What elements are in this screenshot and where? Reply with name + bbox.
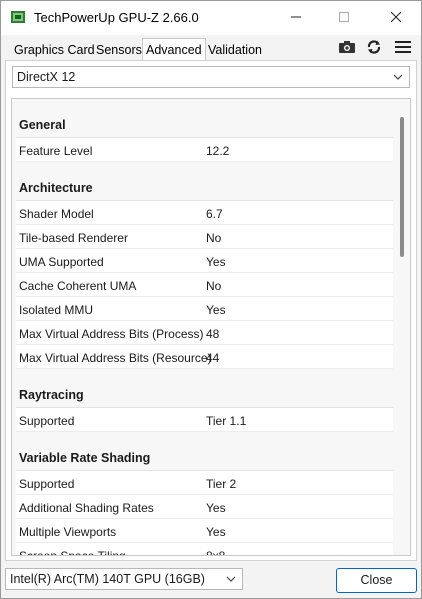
property-row: Multiple Viewports Yes: [16, 519, 393, 543]
refresh-icon[interactable]: [364, 38, 384, 56]
property-row: Feature Level 12.2: [16, 138, 393, 162]
api-dropdown-value: DirectX 12: [17, 70, 76, 84]
property-value: No: [206, 279, 222, 293]
property-value: No: [206, 231, 222, 245]
tab-advanced[interactable]: Advanced: [142, 38, 206, 62]
chevron-down-icon: [393, 67, 403, 93]
gpu-dropdown-value: Intel(R) Arc(TM) 140T GPU (16GB): [10, 572, 205, 586]
property-value: Yes: [206, 255, 226, 269]
scrollbar[interactable]: [396, 99, 410, 555]
property-row: Max Virtual Address Bits (Resource) 44: [16, 345, 393, 369]
property-row: Tile-based Renderer No: [16, 225, 393, 249]
window-title: TechPowerUp GPU-Z 2.66.0: [34, 10, 199, 25]
property-value: Yes: [206, 525, 226, 539]
property-value: Tier 2: [206, 477, 237, 491]
property-name: Feature Level: [19, 144, 93, 158]
gpu-z-app-icon: [10, 9, 26, 25]
properties-rows: General Feature Level 12.2 Architecture Shad…: [16, 112, 393, 556]
section-header: General: [16, 112, 393, 138]
tab-graphics-card[interactable]: Graphics Card: [12, 41, 97, 61]
minimize-button[interactable]: [273, 1, 319, 33]
api-dropdown[interactable]: DirectX 12: [12, 66, 410, 88]
close-button[interactable]: Close: [336, 568, 417, 593]
property-row: Max Virtual Address Bits (Process) 48: [16, 321, 393, 345]
properties-list[interactable]: General Feature Level 12.2 Architecture Shad…: [11, 98, 411, 556]
property-value: Yes: [206, 303, 226, 317]
section-header: Architecture: [16, 175, 393, 201]
chevron-down-icon: [226, 569, 236, 595]
property-value: 6.7: [206, 207, 223, 221]
tab-sensors[interactable]: Sensors: [94, 41, 144, 61]
property-value: Tier 1.1: [206, 414, 247, 428]
property-name: Supported: [19, 477, 75, 491]
property-name: Max Virtual Address Bits (Process): [19, 327, 204, 341]
property-row: Cache Coherent UMA No: [16, 273, 393, 297]
property-row: UMA Supported Yes: [16, 249, 393, 273]
gpuz-window: TechPowerUp GPU-Z 2.66.0 Graphics Card S…: [0, 0, 422, 599]
scrollbar-thumb[interactable]: [400, 117, 404, 257]
property-row: Additional Shading Rates Yes: [16, 495, 393, 519]
tab-validation[interactable]: Validation: [206, 41, 264, 61]
title-bar[interactable]: TechPowerUp GPU-Z 2.66.0: [1, 1, 421, 35]
close-window-button[interactable]: [373, 1, 419, 33]
close-icon: [391, 12, 401, 22]
property-row: Shader Model 6.7: [16, 201, 393, 225]
property-value: Yes: [206, 501, 226, 515]
camera-icon[interactable]: [337, 38, 357, 56]
property-name: Supported: [19, 414, 75, 428]
property-name: Cache Coherent UMA: [19, 279, 137, 293]
property-name: Screen Space Tiling: [19, 549, 126, 556]
tab-bar: Graphics Card Sensors Advanced Validatio…: [1, 35, 421, 63]
property-row: Screen Space Tiling 8x8: [16, 543, 393, 556]
minimize-icon: [291, 16, 301, 18]
property-value: 44: [206, 351, 220, 365]
property-name: Max Virtual Address Bits (Resource): [19, 351, 212, 365]
property-name: Isolated MMU: [19, 303, 94, 317]
property-name: Tile-based Renderer: [19, 231, 128, 245]
property-value: 12.2: [206, 144, 230, 158]
property-row: Isolated MMU Yes: [16, 297, 393, 321]
property-value: 48: [206, 327, 220, 341]
property-row: Supported Tier 1.1: [16, 408, 393, 432]
hamburger-menu-icon[interactable]: [393, 38, 413, 56]
property-name: UMA Supported: [19, 255, 104, 269]
property-value: 8x8: [206, 549, 226, 556]
property-name: Multiple Viewports: [19, 525, 117, 539]
property-name: Additional Shading Rates: [19, 501, 154, 515]
property-name: Shader Model: [19, 207, 94, 221]
section-header: Raytracing: [16, 382, 393, 408]
maximize-button[interactable]: [321, 1, 367, 33]
section-header: Variable Rate Shading: [16, 445, 393, 471]
gpu-dropdown[interactable]: Intel(R) Arc(TM) 140T GPU (16GB): [5, 568, 243, 590]
maximize-icon: [339, 12, 349, 22]
property-row: Supported Tier 2: [16, 471, 393, 495]
